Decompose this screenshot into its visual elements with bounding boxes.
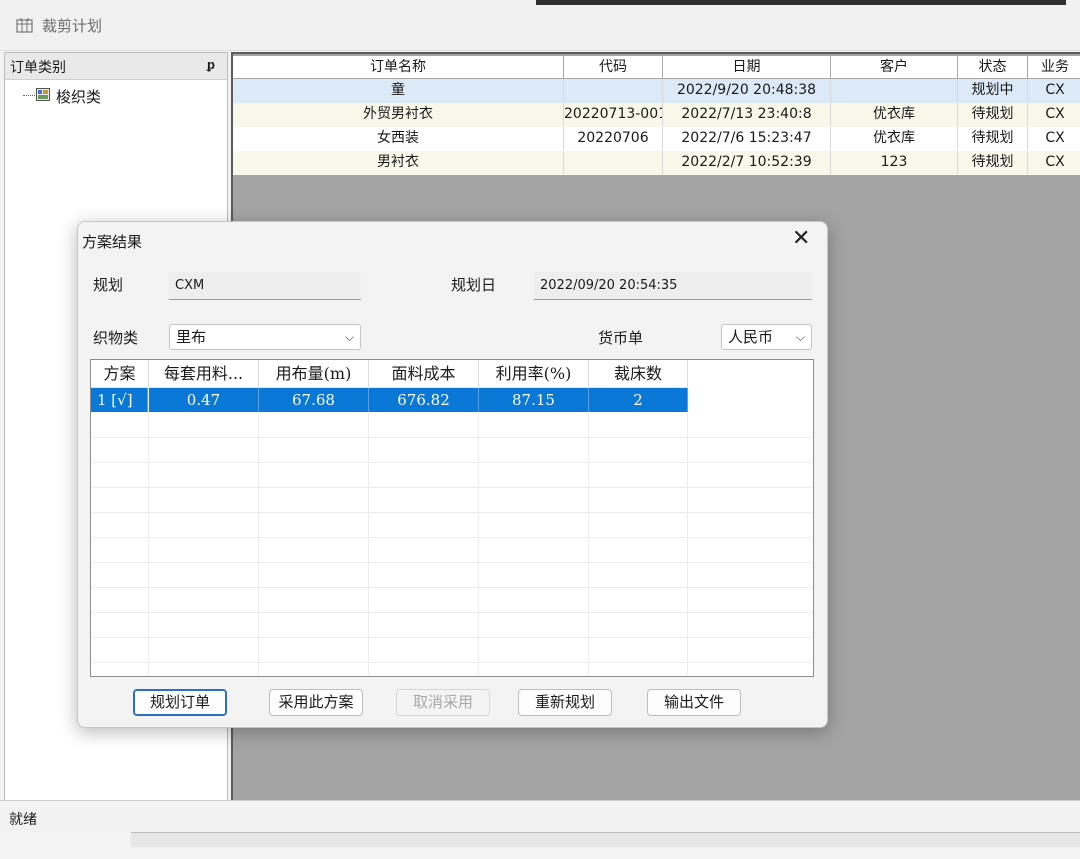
cell-status: 规划中 <box>958 79 1028 102</box>
cell-date: 2022/2/7 10:52:39 <box>663 151 831 174</box>
column-header-customer[interactable]: 客户 <box>831 56 958 79</box>
tree-connector <box>23 95 37 96</box>
cell-code <box>564 79 663 102</box>
cell-date: 2022/7/13 23:40:8 <box>663 103 831 126</box>
cell-business: CX <box>1028 151 1080 174</box>
tree-item-label[interactable]: 梭织类 <box>56 86 101 107</box>
cell-customer <box>831 79 958 102</box>
adopt-plan-button[interactable]: 采用此方案 <box>269 689 363 716</box>
planner-field[interactable]: CXM <box>169 272 361 300</box>
cell-status: 待规划 <box>958 151 1028 174</box>
chevron-down-icon: ⌵ <box>795 330 805 344</box>
close-icon[interactable]: ✕ <box>792 226 810 252</box>
dialog-title: 方案结果 <box>82 233 143 251</box>
table-row[interactable]: 外贸男衬衣 20220713-001 2022/7/13 23:40:8 优衣库… <box>233 103 1080 127</box>
column-header-status[interactable]: 状态 <box>958 56 1028 79</box>
title-bar: 裁剪计划 <box>0 0 1080 51</box>
column-header-cutting-beds[interactable]: 裁床数 <box>589 360 688 388</box>
status-bar: 就绪 <box>0 800 1080 833</box>
column-header-date[interactable]: 日期 <box>663 56 831 79</box>
status-text: 就绪 <box>9 812 37 828</box>
cell-status: 待规划 <box>958 127 1028 150</box>
taskbar-strip <box>131 832 1080 847</box>
cell-code <box>564 151 663 174</box>
column-header-per-set-usage[interactable]: 每套用料... <box>149 360 259 388</box>
cell-order-name: 女西装 <box>233 127 564 150</box>
panel-header-label: 订单类别 <box>10 60 66 76</box>
cell-plan: 1 [√] <box>91 388 148 412</box>
pin-icon[interactable]: ᵱ <box>207 57 215 73</box>
cell-business: CX <box>1028 127 1080 150</box>
column-header-fabric-usage[interactable]: 用布量(m) <box>259 360 369 388</box>
currency-select[interactable]: 人民币 ⌵ <box>721 324 812 350</box>
column-header-utilization[interactable]: 利用率(%) <box>479 360 589 388</box>
cell-customer: 优衣库 <box>831 127 958 150</box>
title-bar-dark-strip <box>536 0 1066 5</box>
column-header-business[interactable]: 业务 <box>1028 56 1080 79</box>
column-header-plan[interactable]: 方案 <box>91 360 149 388</box>
plan-date-field[interactable]: 2022/09/20 20:54:35 <box>534 272 812 300</box>
plan-order-button[interactable]: 规划订单 <box>133 689 227 716</box>
cell-per-set-usage: 0.47 <box>149 388 259 412</box>
cell-cutting-beds: 2 <box>589 388 688 412</box>
fabric-type-select[interactable]: 里布 ⌵ <box>169 324 361 350</box>
cell-order-name: 童 <box>233 79 564 102</box>
window-title: 裁剪计划 <box>42 17 103 35</box>
cancel-adopt-button[interactable]: 取消采用 <box>396 689 490 716</box>
export-file-button[interactable]: 输出文件 <box>647 689 741 716</box>
table-row[interactable]: 童 2022/9/20 20:48:38 规划中 CX <box>233 79 1080 103</box>
cell-date: 2022/9/20 20:48:38 <box>663 79 831 102</box>
cell-customer: 123 <box>831 151 958 174</box>
cell-fabric-cost: 676.82 <box>369 388 479 412</box>
cell-business: CX <box>1028 79 1080 102</box>
cell-status: 待规划 <box>958 103 1028 126</box>
column-header-fabric-cost[interactable]: 面料成本 <box>369 360 479 388</box>
cell-fabric-usage: 67.68 <box>259 388 369 412</box>
cell-customer: 优衣库 <box>831 103 958 126</box>
cell-code: 20220713-001 <box>564 103 663 126</box>
fabric-type-value: 里布 <box>176 328 207 346</box>
plan-result-dialog: 方案结果 ✕ 规划 CXM 规划日 2022/09/20 20:54:35 织物… <box>77 221 828 728</box>
currency-label: 货币单 <box>598 329 644 347</box>
app-icon <box>16 18 33 33</box>
column-header-order-name[interactable]: 订单名称 <box>233 56 564 79</box>
cell-code: 20220706 <box>564 127 663 150</box>
table-row[interactable]: 1 [√] 0.47 67.68 676.82 87.15 2 <box>91 388 688 412</box>
table-row[interactable]: 男衬衣 2022/2/7 10:52:39 123 待规划 CX <box>233 151 1080 175</box>
table-row[interactable]: 女西装 20220706 2022/7/6 15:23:47 优衣库 待规划 C… <box>233 127 1080 151</box>
folder-icon <box>36 88 50 101</box>
replan-button[interactable]: 重新规划 <box>518 689 612 716</box>
chevron-down-icon: ⌵ <box>344 330 354 344</box>
cell-order-name: 外贸男衬衣 <box>233 103 564 126</box>
plan-date-label: 规划日 <box>451 276 497 294</box>
planner-label: 规划 <box>93 276 124 294</box>
fabric-type-label: 织物类 <box>93 329 139 347</box>
column-header-code[interactable]: 代码 <box>564 56 663 79</box>
panel-header: 订单类别 ᵱ <box>5 53 227 80</box>
currency-value: 人民币 <box>728 328 774 346</box>
cell-utilization: 87.15 <box>479 388 589 412</box>
plan-result-table: 方案 每套用料... 用布量(m) 面料成本 利用率(%) 裁床数 1 [√] … <box>90 359 814 677</box>
cell-order-name: 男衬衣 <box>233 151 564 174</box>
cell-business: CX <box>1028 103 1080 126</box>
cell-date: 2022/7/6 15:23:47 <box>663 127 831 150</box>
